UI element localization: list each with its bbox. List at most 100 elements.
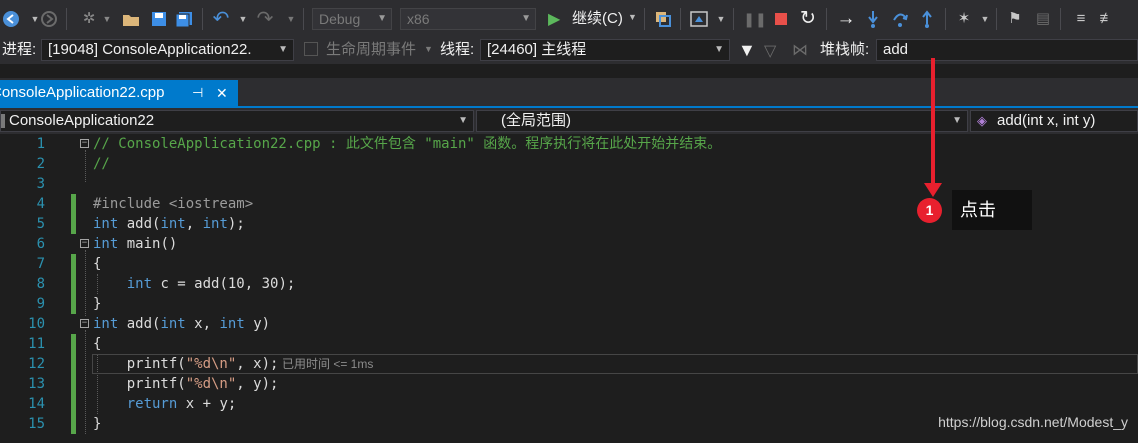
browser-link-icon[interactable] [690, 10, 708, 28]
stackframe-value: add [883, 41, 909, 58]
line-number: 6 [36, 236, 45, 252]
toolbar-separator [644, 8, 645, 30]
new-project-icon[interactable]: ✲ [80, 10, 98, 28]
step-into-icon[interactable] [864, 10, 882, 28]
code-token: x + y; [177, 396, 237, 412]
back-nav-icon[interactable] [2, 10, 20, 28]
chevron-down-icon: ▼ [377, 13, 387, 24]
code-token: main() [118, 236, 178, 252]
tab-label: ConsoleApplication22.cpp [0, 84, 165, 101]
comment-lines-icon[interactable]: ≡ [1072, 10, 1090, 28]
member-scope-value: add(int x, int y) [997, 112, 1096, 129]
thread-flag-icon[interactable]: ⚑ [1006, 10, 1024, 28]
toolbar-separator [66, 8, 67, 30]
code-token: { [93, 256, 102, 272]
line-number: 13 [28, 376, 45, 392]
project-icon [1, 114, 5, 128]
restart-icon[interactable]: ↻ [799, 9, 817, 28]
toolbar-separator [680, 8, 681, 30]
filter-icon[interactable]: ▼ [738, 40, 756, 61]
line-number: 12 [28, 356, 45, 372]
save-all-icon[interactable] [175, 10, 193, 28]
code-token: y) [244, 316, 271, 332]
code-line: #include <iostream> [93, 194, 253, 214]
change-marker [71, 254, 76, 314]
collapse-region-icon[interactable]: − [80, 239, 89, 248]
code-token: c = add(10, 30); [152, 276, 296, 292]
undo-dropdown-icon[interactable]: ▼ [234, 10, 252, 28]
step-over-icon[interactable] [891, 10, 909, 28]
line-number: 2 [36, 156, 45, 172]
hex-dropdown-icon[interactable]: ▼ [976, 10, 994, 28]
new-project-dropdown-icon[interactable]: ▼ [98, 10, 116, 28]
toggle-thread-flag-icon[interactable]: ⋈ [792, 40, 808, 60]
code-line: { [93, 254, 101, 274]
member-scope-select[interactable]: ◈ add(int x, int y) [970, 110, 1138, 132]
close-icon[interactable]: ✕ [216, 80, 228, 106]
code-editor[interactable]: 1 2 3 4 5 6 7 8 9 10 11 12 13 14 15 // ConsoleApplicat… [0, 134, 1138, 443]
collapse-region-icon[interactable]: − [80, 139, 89, 148]
stop-icon[interactable] [772, 10, 790, 28]
line-number: 11 [28, 336, 45, 352]
toolbar-separator [202, 8, 203, 30]
project-scope-value: ConsoleApplication22 [9, 112, 155, 129]
code-token: int [160, 316, 186, 332]
pin-icon[interactable]: ⊣ [192, 80, 203, 106]
collapse-region-icon[interactable]: − [80, 319, 89, 328]
toolbar-separator [733, 8, 734, 30]
type-scope-select[interactable]: (全局范围) ▼ [476, 110, 968, 132]
code-line: // [93, 154, 110, 174]
code-line: { [93, 334, 101, 354]
toolbar-separator [303, 8, 304, 30]
code-line: } [93, 294, 101, 314]
pause-icon[interactable]: ❚❚ [743, 10, 766, 28]
annotation-arrow-head [924, 183, 942, 197]
step-out-icon[interactable] [918, 10, 936, 28]
code-token: <iostream> [168, 196, 254, 212]
stackframe-label: 堆栈帧: [820, 41, 870, 58]
lifecycle-events-button[interactable]: 生命周期事件 [326, 39, 416, 61]
line-number: 1 [36, 136, 45, 152]
process-select[interactable]: [19048] ConsoleApplication22. ▼ [41, 39, 294, 61]
process-label: 进程: [2, 41, 37, 58]
save-icon[interactable] [150, 10, 168, 28]
chevron-down-icon[interactable]: ▼ [424, 44, 433, 54]
code-line: // ConsoleApplication22.cpp : 此文件包含 "mai… [93, 134, 721, 154]
filter-clear-icon[interactable]: ▽ [764, 41, 776, 61]
code-token: ); [227, 216, 245, 232]
thread-select[interactable]: [24460] 主线程 ▼ [480, 39, 730, 61]
redo-icon[interactable]: ↷ [256, 9, 274, 29]
code-token: } [93, 296, 102, 312]
code-token: #include [93, 196, 169, 212]
line-number: 7 [36, 256, 45, 272]
open-folder-icon[interactable] [122, 10, 140, 28]
stack-view-icon[interactable]: ▤ [1034, 10, 1052, 28]
code-token: add( [118, 316, 161, 332]
browser-dropdown-icon[interactable]: ▼ [712, 10, 730, 28]
code-line: int add(int, int); [93, 214, 245, 234]
stackframe-select[interactable]: add [876, 39, 1138, 61]
hex-display-icon[interactable]: ✶ [955, 10, 973, 28]
continue-button[interactable]: ▶ 继续(C) ▼ [546, 8, 638, 30]
redo-dropdown-icon[interactable]: ▼ [282, 10, 300, 28]
undo-icon[interactable]: ↶ [212, 9, 230, 29]
uncomment-lines-icon[interactable]: ≢ [1098, 10, 1116, 28]
method-cube-icon: ◈ [977, 113, 987, 128]
annotation-arrow [931, 58, 935, 186]
code-token: , [185, 216, 203, 232]
code-line: int c = add(10, 30); [93, 274, 296, 294]
perf-tip[interactable]: 已用时间 <= 1ms [282, 356, 373, 372]
code-token: int [202, 216, 228, 232]
forward-nav-icon[interactable] [40, 10, 58, 28]
toolbar-separator [945, 8, 946, 30]
watermark: https://blog.csdn.net/Modest_y [938, 414, 1128, 430]
code-line: } [93, 414, 101, 434]
show-next-statement-icon[interactable]: → [837, 9, 856, 28]
process-icon[interactable] [654, 10, 672, 28]
solution-config-select[interactable]: Debug ▼ [312, 8, 392, 30]
project-scope-select[interactable]: ConsoleApplication22 ▼ [0, 110, 474, 132]
solution-platform-select[interactable]: x86 ▼ [400, 8, 536, 30]
outline-guide [85, 330, 86, 434]
tab-consoleapplication22-cpp[interactable]: ConsoleApplication22.cpp ⊣ ✕ [0, 80, 238, 106]
